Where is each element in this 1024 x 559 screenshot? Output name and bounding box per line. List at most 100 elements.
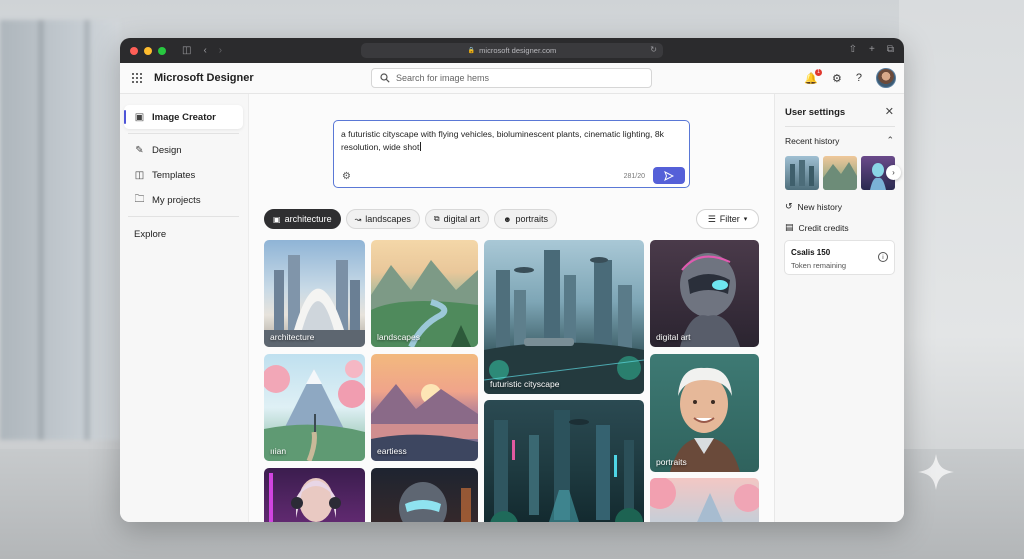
chip-landscapes[interactable]: ↝ landscapes [345,209,420,229]
chevron-down-icon: ▾ [743,216,748,223]
landscapes-image [371,260,478,347]
tile-label: portraits [656,457,687,467]
chip-label: digital art [443,214,481,224]
trend-icon: ↝ [354,214,362,224]
forward-icon[interactable]: › [219,45,222,56]
history-next-button[interactable]: › [886,165,901,180]
image-tile-digital-art[interactable]: digital art [650,240,759,347]
credit-credits-link[interactable]: ▤ Credit credits [785,222,849,233]
tile-label: futuristic cityscape [490,379,560,389]
help-icon[interactable]: ? [856,72,862,84]
new-tab-icon[interactable]: + [869,44,875,55]
filter-icon: ☰ [707,213,716,224]
folder-icon: 🗀 [134,193,145,205]
main-content: a futuristic cityscape with flying vehic… [249,94,774,522]
sidebar-item-label: Explore [134,228,167,240]
search-input[interactable]: Search for image hems [371,68,652,88]
settings-gear-icon[interactable]: ⚙ [832,72,842,85]
user-settings-panel: User settings ✕ Recent history ⌃ › ↺ New… [774,94,904,522]
tile-label: architecture [270,332,315,342]
sidebar-item-explore[interactable]: Explore [124,222,243,246]
lock-icon: 🔒 [467,48,476,54]
credits-card: Csalis 150 Token remaining i [784,240,895,275]
sidebar-item-image-creator[interactable]: ▣ Image Creator [124,105,243,129]
search-placeholder: Search for image hems [396,73,490,83]
image-tile-landscapes[interactable]: landscapes [371,240,478,347]
sidebar: ▣ Image Creator ✎ Design ◫ Templates 🗀 M… [120,94,249,522]
sidebar-toggle-icon[interactable]: ◫ [182,45,191,56]
sidebar-item-label: Image Creator [152,111,216,123]
sidebar-divider [128,133,239,134]
image-tile-portraits[interactable]: portraits [650,354,759,472]
image-icon: ▣ [273,214,281,224]
sparkle-icon [918,454,954,490]
back-icon[interactable]: ‹ [203,45,206,56]
chip-digital-art[interactable]: ⧉ digital art [424,209,490,229]
generate-send-button[interactable] [653,167,685,184]
image-tile-mountain[interactable]: ııian [264,354,365,461]
mountain-image [264,360,365,461]
history-thumbnail-landscape[interactable] [823,156,857,190]
image-tile-neon-portrait[interactable] [264,468,365,522]
chip-label: portraits [515,214,549,224]
chip-portraits[interactable]: ☻ portraits [494,209,558,229]
tabs-overview-icon[interactable]: ⧉ [887,44,894,55]
image-tile-architecture[interactable]: architecture [264,240,365,347]
maximize-window-button[interactable] [158,46,166,55]
digital-art-image [680,253,740,347]
image-tile-sunset[interactable]: eartiess [371,354,478,461]
reload-icon[interactable]: ↻ [650,45,657,54]
image-tile-futuristic-cityscape[interactable]: futuristic cityscape [484,240,644,394]
character-count: 281/20 [623,173,645,180]
background-window [0,20,120,440]
info-icon[interactable]: i [878,252,888,262]
history-icon: ↺ [785,201,793,211]
tile-label: ııian [270,446,287,456]
sidebar-item-label: Design [152,144,182,156]
prompt-settings-gear-icon[interactable]: ⚙ [342,171,351,182]
sidebar-item-design[interactable]: ✎ Design [124,138,243,162]
chip-label: architecture [284,214,332,224]
app-header: Microsoft Designer Search for image hems… [120,63,904,94]
chip-architecture[interactable]: ▣ architecture [264,209,341,229]
share-icon[interactable]: ⇧ [849,44,857,55]
history-thumbnail-city[interactable] [785,156,819,190]
new-history-label: New history [797,201,842,212]
chip-label: landscapes [365,214,411,224]
image-tile-neon-city[interactable] [484,400,644,522]
prompt-text[interactable]: a futuristic cityscape with flying vehic… [341,128,686,154]
pen-icon: ✎ [135,144,144,156]
history-city-image [790,160,814,186]
sidebar-divider [128,216,239,217]
user-avatar[interactable] [876,68,896,88]
futuristic-cityscape-image [484,250,644,394]
sidebar-item-templates[interactable]: ◫ Templates [124,163,243,187]
recent-history-heading: Recent history [785,136,840,146]
chevron-up-icon[interactable]: ⌃ [886,135,894,146]
notification-bell-icon[interactable]: 🔔 1 [804,68,822,85]
image-tile-robot[interactable] [371,468,478,522]
architecture-image [264,255,365,347]
history-landscape-image [823,162,857,190]
minimize-window-button[interactable] [144,46,152,55]
filter-button[interactable]: ☰ Filter ▾ [696,209,759,229]
image-tile-blossom[interactable] [650,478,759,522]
tile-label: digital art [656,332,691,342]
image-icon: ▣ [134,111,145,123]
sidebar-item-label: My projects [152,194,201,206]
credits-amount: Csalis 150 [791,248,831,257]
app-title: Microsoft Designer [154,72,254,84]
address-bar[interactable]: 🔒 microsoft designer.com ↻ [361,43,663,58]
portraits-image [670,367,740,472]
app-launcher-icon[interactable] [132,73,142,83]
prompt-textarea[interactable]: a futuristic cityscape with flying vehic… [333,120,690,188]
search-icon [380,73,390,83]
browser-titlebar: ◫ ‹ › 🔒 microsoft designer.com ↻ ⇧ + ⧉ [120,38,904,63]
sidebar-item-my-projects[interactable]: 🗀 My projects [124,188,243,212]
close-window-button[interactable] [130,46,138,55]
template-icon: ◫ [134,169,145,181]
new-history-link[interactable]: ↺ New history [785,201,842,212]
sidebar-item-label: Templates [152,169,196,181]
close-icon[interactable]: ✕ [885,105,894,118]
send-icon [664,170,674,181]
